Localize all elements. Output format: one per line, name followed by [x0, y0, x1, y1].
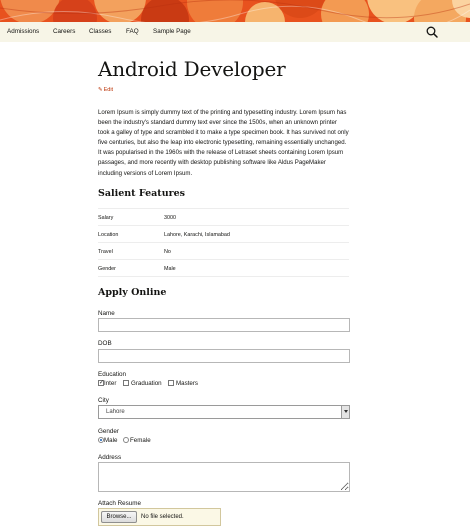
gender-female-label[interactable]: Female	[130, 437, 151, 444]
education-masters-label[interactable]: Masters	[176, 380, 198, 387]
page-title: Android Developer	[98, 57, 286, 81]
city-select[interactable]: Lahore	[98, 405, 350, 419]
pencil-icon: ✎	[98, 87, 103, 93]
edit-label: Edit	[103, 87, 114, 93]
apply-heading: Apply Online	[98, 287, 167, 298]
table-row: Salary 3000	[98, 209, 349, 226]
name-label: Name	[98, 310, 115, 317]
address-field[interactable]	[98, 462, 350, 492]
dob-field[interactable]	[98, 349, 350, 363]
nav-item-sample-page[interactable]: Sample Page	[153, 28, 191, 35]
nav-item-admissions[interactable]: Admissions	[7, 28, 39, 35]
header-banner	[0, 0, 470, 22]
education-inter-label[interactable]: Inter	[104, 380, 116, 387]
feature-value: Lahore, Karachi, Islamabad	[164, 232, 230, 238]
gender-label: Gender	[98, 428, 120, 435]
feature-value: No	[164, 249, 171, 255]
feature-label: Location	[98, 232, 119, 238]
nav-item-careers[interactable]: Careers	[53, 28, 75, 35]
name-field[interactable]	[98, 318, 350, 332]
resume-label: Attach Resume	[98, 500, 142, 507]
city-label: City	[98, 397, 109, 404]
education-masters-checkbox[interactable]	[168, 380, 174, 386]
feature-value: Male	[164, 266, 176, 272]
feature-label: Travel	[98, 249, 113, 255]
features-heading: Salient Features	[98, 188, 185, 199]
main-navigation: Admissions Careers Classes FAQ Sample Pa…	[0, 22, 470, 42]
file-status: No file selected.	[141, 514, 184, 520]
education-graduation-label[interactable]: Graduation	[131, 380, 162, 387]
edit-link[interactable]: ✎Edit	[98, 87, 113, 93]
browse-button[interactable]: Browse...	[101, 511, 137, 523]
feature-label: Gender	[98, 266, 116, 272]
city-selected-value: Lahore	[106, 409, 125, 415]
table-row: Travel No	[98, 243, 349, 260]
job-description: Lorem Ipsum is simply dummy text of the …	[98, 109, 349, 177]
table-row: Location Lahore, Karachi, Islamabad	[98, 226, 349, 243]
dob-label: DOB	[98, 340, 112, 347]
feature-label: Salary	[98, 215, 114, 221]
nav-item-faq[interactable]: FAQ	[126, 28, 139, 35]
nav-item-classes[interactable]: Classes	[89, 28, 111, 35]
gender-female-radio[interactable]	[123, 437, 129, 443]
resume-file-input[interactable]: Browse... No file selected.	[98, 508, 221, 526]
education-label: Education	[98, 371, 127, 378]
table-row: Gender Male	[98, 260, 349, 277]
gender-male-label[interactable]: Male	[104, 437, 117, 444]
banner-pattern	[0, 0, 470, 22]
address-label: Address	[98, 454, 122, 461]
features-table: Salary 3000 Location Lahore, Karachi, Is…	[98, 208, 349, 277]
education-graduation-checkbox[interactable]	[123, 380, 129, 386]
search-icon[interactable]	[425, 25, 439, 39]
chevron-down-icon[interactable]	[341, 406, 349, 418]
feature-value: 3000	[164, 215, 176, 221]
